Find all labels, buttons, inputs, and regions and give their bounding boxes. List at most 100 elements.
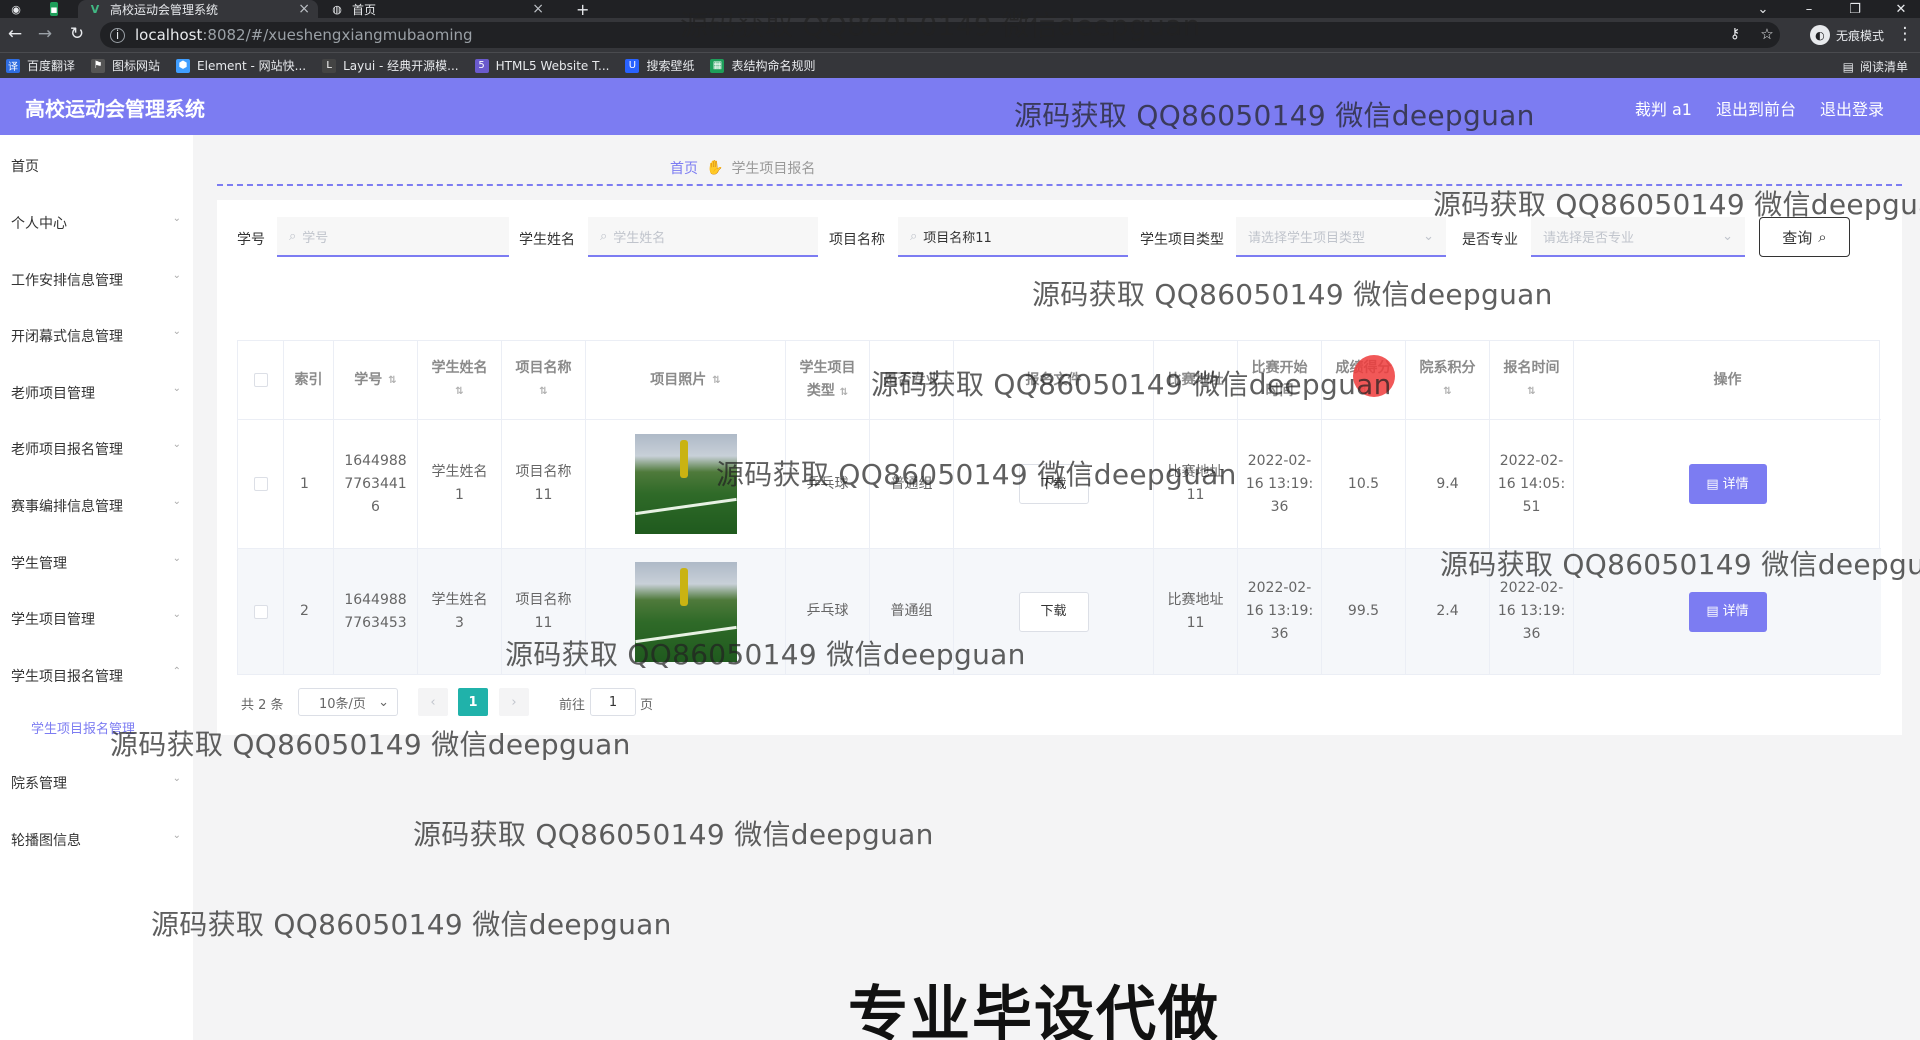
header-name[interactable]: 学生姓名 ⇅ [418,341,502,419]
user-role-label[interactable]: 裁判 a1 [1635,96,1692,120]
pro-select[interactable]: 请选择是否专业 ⌄ [1531,217,1745,257]
logout-link[interactable]: 退出登录 [1820,96,1884,120]
row-checkbox[interactable] [238,549,284,674]
browser-menu-icon[interactable]: ◉ [0,0,32,18]
checkbox[interactable] [253,477,268,491]
wallpaper-icon: U [625,58,640,73]
cell-start: 2022-02- 16 13:19: 36 [1238,549,1322,674]
sidebar-item-schedule[interactable]: 赛事编排信息管理 ⌄ [11,496,181,516]
cell-score: 10.5 [1322,420,1406,548]
bookmark-item[interactable]: 译百度翻译 [6,57,75,74]
breadcrumb-home[interactable]: 首页 [670,158,698,178]
xuehao-input[interactable]: ⌕ 学号 [277,217,509,257]
header-dept[interactable]: 院系积分 ⇅ [1406,341,1490,419]
chevron-down-icon: ⌄ [172,213,181,224]
chevron-down-icon: ⌄ [172,270,181,281]
sort-icon[interactable]: ⇅ [1527,380,1535,403]
sort-icon[interactable]: ⇅ [1443,380,1451,403]
layui-icon: L [322,58,337,73]
flag-icon: ⚑ [91,58,106,73]
page-jump-input[interactable]: 1 [590,688,636,716]
header-xuehao[interactable]: 学号 ⇅ [334,341,418,419]
detail-button[interactable]: ▤ 详情 [1688,464,1767,504]
incognito-label: 无痕模式 [1835,28,1884,43]
restore-icon[interactable]: ❐ [1840,0,1870,18]
query-button[interactable]: 查询 ⌕ [1759,217,1850,257]
close-window-icon[interactable]: ✕ [1886,0,1916,18]
download-button[interactable]: 下载 [1018,591,1089,632]
sidebar-item-ceremony[interactable]: 开闭幕式信息管理 ⌄ [11,326,181,346]
incognito-profile[interactable]: ◐ 无痕模式 [1809,25,1884,45]
sidebar-item-carousel[interactable]: 轮播图信息 ⌄ [11,830,181,850]
close-tab-icon[interactable]: × [298,1,310,17]
sidebar-item-personal[interactable]: 个人中心 ⌄ [11,213,181,233]
close-tab-icon[interactable]: × [532,1,544,17]
new-tab-icon[interactable]: + [566,0,596,19]
watermark-text: 源码获取 QQ86050149 微信deepguan [413,818,934,851]
url-host: localhost [135,26,203,44]
bookmark-item[interactable]: ⬢ Element - 网站快... [176,57,306,74]
sort-icon[interactable]: ⇅ [712,369,720,392]
header-time[interactable]: 报名时间 ⇅ [1490,341,1574,419]
checkbox[interactable] [253,604,268,619]
bookmark-item[interactable]: ▦ 表结构命名规则 [710,57,815,74]
reload-icon[interactable]: ↻ [66,23,88,45]
vue-logo-icon: V [90,2,100,16]
prev-page-button[interactable]: ‹ [418,688,448,716]
minimize-icon[interactable]: – [1794,0,1824,18]
sort-icon[interactable]: ⇅ [455,380,463,403]
sort-icon[interactable]: ⇅ [539,380,547,403]
sort-icon[interactable]: ⇅ [840,387,848,398]
sidebar-item-student-project[interactable]: 学生项目管理 ⌄ [11,609,181,629]
checkbox[interactable] [253,373,268,387]
name-input[interactable]: ⌕ 学生姓名 [588,217,818,257]
page-1-button[interactable]: 1 [458,688,488,716]
breadcrumb-current: 学生项目报名 [731,161,816,177]
page-size-select[interactable]: 10条/页 ⌄ [298,688,398,716]
header-project[interactable]: 项目名称 ⇅ [502,341,586,419]
header-select-all[interactable] [238,341,284,419]
project-input[interactable]: ⌕ 项目名称11 [898,217,1128,257]
doc-icon: ▤ [1706,604,1719,619]
back-icon[interactable]: ← [4,23,26,45]
more-icon[interactable]: ⋮ [1894,23,1916,45]
tab-search-icon[interactable]: ⌄ [1748,0,1778,18]
sidebar-item-work[interactable]: 工作安排信息管理 ⌄ [11,270,181,290]
sidebar-item-students[interactable]: 学生管理 ⌄ [11,553,181,573]
page-suffix: 页 [640,698,654,713]
row-checkbox[interactable] [238,420,284,548]
bookmarks-bar: 译百度翻译 ⚑ 图标网站 ⬢ Element - 网站快... L Layui - 经… [0,52,1920,78]
chevron-down-icon: ⌄ [172,326,181,337]
bookmark-item[interactable]: L Layui - 经典开源模... [322,57,459,74]
back-to-front-link[interactable]: 退出到前台 [1716,96,1796,120]
sidebar-item-teacher-signup[interactable]: 老师项目报名管理 ⌄ [11,439,181,459]
bookmark-item[interactable]: 5 HTML5 Website T... [474,58,609,73]
sidebar-item-student-signup[interactable]: 学生项目报名管理 ⌃ [11,666,181,686]
tab-home[interactable]: ◍ 首页 × [320,0,552,18]
pinned-tab-icon[interactable]: ▪ [40,0,68,18]
bookmark-item[interactable]: U 搜索壁纸 [625,57,694,74]
cell-xuehao: 1644988 7763453 [334,549,418,674]
header-type[interactable]: 学生项目 类型 ⇅ [786,341,870,419]
watermark-text: 源码获取 QQ86050149 微信deepguan [1440,548,1920,581]
tab-label: 高校运动会管理系统 [110,2,219,17]
sidebar-item-departments[interactable]: 院系管理 ⌄ [11,773,181,793]
detail-button[interactable]: ▤ 详情 [1688,591,1767,632]
info-icon[interactable]: i [110,27,125,43]
header-menu: 裁判 a1 退出到前台 退出登录 [1635,96,1884,120]
sidebar-item-teacher-project[interactable]: 老师项目管理 ⌄ [11,383,181,403]
tab-sports-system[interactable]: V 高校运动会管理系统 × [78,0,318,18]
key-icon[interactable]: ⚷ [1724,23,1746,45]
forward-icon[interactable]: → [34,23,56,45]
watermark-text: 源码获取 QQ86050149 微信deepguan [110,728,631,761]
next-page-button[interactable]: › [499,688,529,716]
sidebar-item-home[interactable]: 首页 [11,156,181,176]
star-icon[interactable]: ☆ [1756,23,1778,45]
reading-list[interactable]: ▤ 阅读清单 [1843,58,1908,75]
type-select[interactable]: 请选择学生项目类型 ⌄ [1236,217,1446,257]
header-photo[interactable]: 项目照片 ⇅ [586,341,786,419]
bookmark-item[interactable]: ⚑ 图标网站 [91,57,160,74]
cell-index: 2 [284,549,334,674]
watermark-text: 源码获取 QQ86050149 微信deepguan [716,458,1237,491]
sort-icon[interactable]: ⇅ [388,369,396,392]
